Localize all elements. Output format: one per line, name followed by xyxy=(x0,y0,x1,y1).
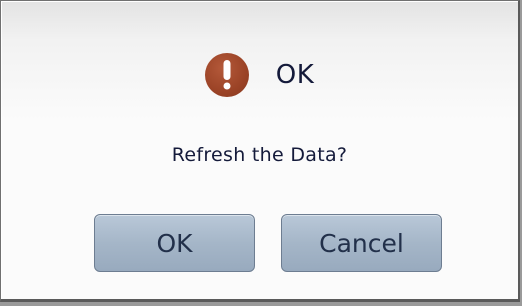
warning-icon xyxy=(204,53,249,97)
dialog-header: OK xyxy=(1,49,518,101)
cancel-button[interactable]: Cancel xyxy=(281,214,442,272)
dialog-title: OK xyxy=(275,60,315,90)
ok-button[interactable]: OK xyxy=(94,214,255,272)
confirm-dialog: OK Refresh the Data? OK Cancel xyxy=(0,0,520,302)
dialog-message: Refresh the Data? xyxy=(171,144,348,166)
